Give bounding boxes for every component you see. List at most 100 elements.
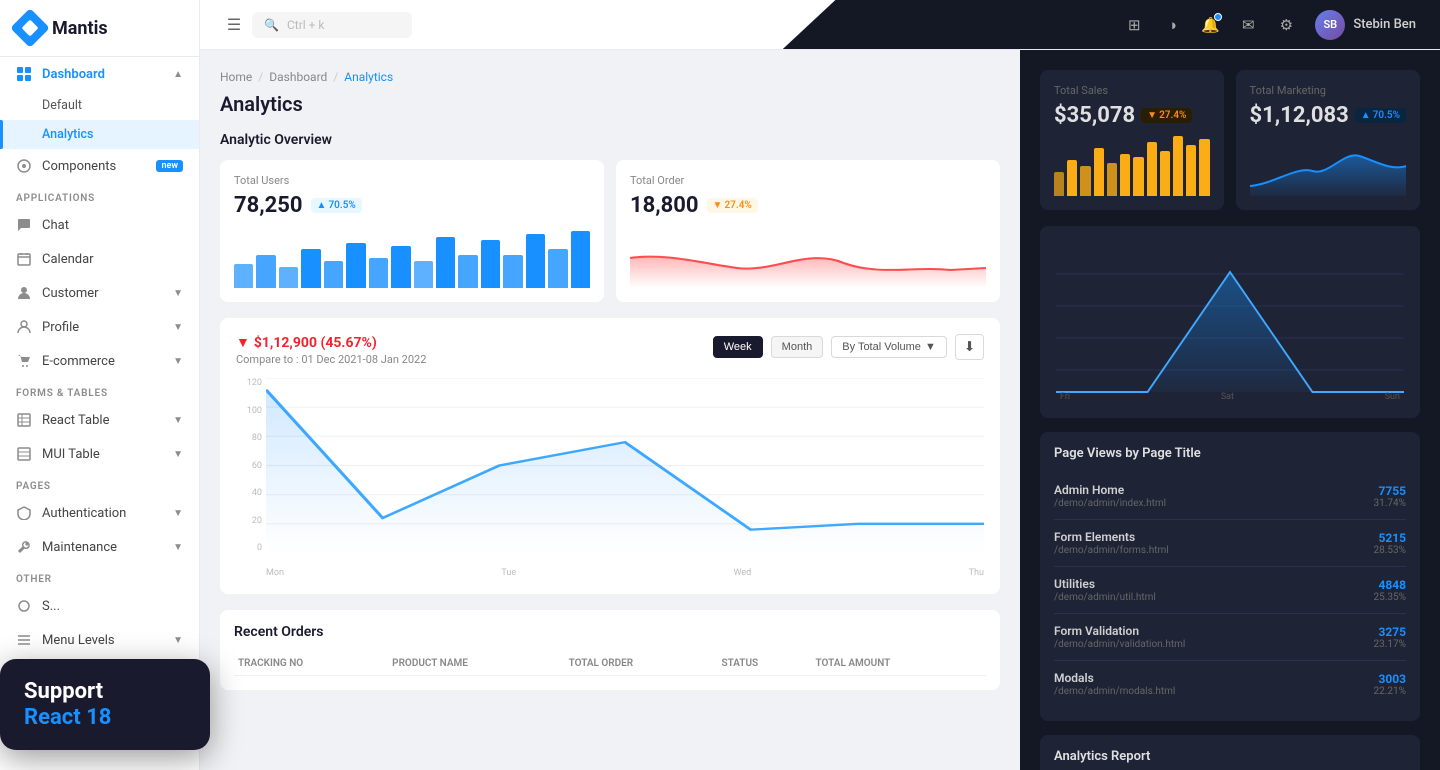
stat-users-value: 78,250 [234,193,303,218]
sales-value: $35,078 [1054,103,1135,128]
avatar: SB [1315,10,1345,40]
breadcrumb-dashboard[interactable]: Dashboard [269,70,327,84]
sidebar-dashboard-label: Dashboard [42,67,105,82]
logo-icon [10,8,50,48]
auth-chevron: ▼ [173,508,183,519]
sidebar-item-dashboard[interactable]: Dashboard ▲ [0,57,199,91]
month-button[interactable]: Month [771,336,824,358]
analytics-report-title: Analytics Report [1054,749,1406,764]
mui-table-chevron: ▼ [173,449,183,460]
search-bar[interactable]: 🔍 Ctrl + k [252,12,412,38]
grid-view-button[interactable]: ⊞ [1117,8,1151,42]
other-section-label: Other [0,564,199,589]
apps-section-label: Applications [0,183,199,208]
sidebar-sub-default[interactable]: Default [0,91,199,120]
sidebar-item-react-table[interactable]: React Table ▼ [0,403,199,437]
dark-stat-sales: Total Sales $35,078 ▼ 27.4% [1040,70,1224,210]
menu-toggle-button[interactable]: ☰ [216,7,252,43]
pv-url-2: /demo/admin/util.html [1054,592,1374,603]
orders-table: TRACKING NO PRODUCT NAME TOTAL ORDER STA… [234,652,986,676]
page-view-item-3: Form Validation /demo/admin/validation.h… [1054,614,1406,661]
user-menu[interactable]: SB Stebin Ben [1307,6,1424,44]
calendar-icon [16,251,32,267]
volume-select[interactable]: By Total Volume ▼ [831,336,947,358]
pv-count-3: 3275 [1374,625,1406,639]
sidebar-item-sample[interactable]: S... [0,589,199,623]
settings-button[interactable]: ⚙ [1269,8,1303,42]
maintenance-chevron: ▼ [173,542,183,553]
breadcrumb-home[interactable]: Home [220,70,252,84]
theme-toggle-button[interactable]: ◑ [1155,8,1189,42]
dark-header-icons: ⊞ ◑ 🔔 ✉ ⚙ SB S [1117,6,1424,44]
left-content: Home / Dashboard / Analytics Analytics A… [200,50,1020,770]
forms-section-label: Forms & Tables [0,378,199,403]
react-table-icon [16,412,32,428]
sidebar-item-calendar[interactable]: Calendar [0,242,199,276]
chat-icon [16,217,32,233]
notifications-button[interactable]: 🔔 [1193,8,1227,42]
analytic-overview-title: Analytic Overview [220,132,1000,148]
week-button[interactable]: Week [713,336,763,358]
page-view-item-2: Utilities /demo/admin/util.html 4848 25.… [1054,567,1406,614]
sidebar: Mantis Dashboard ▲ Default Analytics Com… [0,0,200,770]
profile-icon [16,319,32,335]
stat-users-badge: ▲ 70.5% [311,198,362,213]
pv-pct-3: 23.17% [1374,639,1406,650]
col-total-order: TOTAL ORDER [565,652,718,676]
dark-stats-grid: Total Sales $35,078 ▼ 27.4% [1040,70,1420,210]
pv-count-0: 7755 [1374,484,1406,498]
support-subtitle: React 18 [24,705,186,730]
pv-title-4: Modals [1054,671,1374,685]
sidebar-item-profile[interactable]: Profile ▼ [0,310,199,344]
sidebar-item-ecommerce[interactable]: E-commerce ▼ [0,344,199,378]
sample-icon [16,598,32,614]
col-product: PRODUCT NAME [388,652,564,676]
stat-orders-value-row: 18,800 ▼ 27.4% [630,193,986,218]
settings-icon: ⚙ [1280,16,1293,34]
sidebar-item-customer[interactable]: Customer ▼ [0,276,199,310]
analytics-report-card: Analytics Report [1040,735,1420,770]
stat-users-label: Total Users [234,174,590,187]
right-content: Total Sales $35,078 ▼ 27.4% [1020,50,1440,770]
notification-badge [1214,13,1222,21]
pv-count-2: 4848 [1374,578,1406,592]
maintenance-icon [16,539,32,555]
breadcrumb-current: Analytics [344,70,393,84]
sidebar-item-chat[interactable]: Chat [0,208,199,242]
marketing-badge: ▲ 70.5% [1355,108,1406,123]
stat-users-value-row: 78,250 ▲ 70.5% [234,193,590,218]
sidebar-logo[interactable]: Mantis [0,0,199,57]
dark-income-chart [1056,242,1404,402]
col-status: STATUS [717,652,811,676]
dark-stat-marketing: Total Marketing $1,12,083 ▲ 70.5% [1236,70,1420,210]
marketing-area-chart [1250,136,1406,196]
stat-orders-label: Total Order [630,174,986,187]
sidebar-item-maintenance[interactable]: Maintenance ▼ [0,530,199,564]
stat-card-orders: Total Order 18,800 ▼ 27.4% [616,160,1000,302]
download-button[interactable]: ⬇ [955,334,984,360]
header: ☰ 🔍 Ctrl + k ⊞ ◑ 🔔 ✉ [200,0,1440,50]
app-name: Mantis [52,18,108,39]
income-overview-card: ▼ $1,12,900 (45.67%) Compare to : 01 Dec… [220,318,1000,594]
page-view-item-0: Admin Home /demo/admin/index.html 7755 3… [1054,473,1406,520]
sales-badge: ▼ 27.4% [1141,108,1192,123]
chart-plot-area [266,378,984,553]
messages-button[interactable]: ✉ [1231,8,1265,42]
income-header: ▼ $1,12,900 (45.67%) Compare to : 01 Dec… [236,334,984,366]
download-icon: ⬇ [964,339,975,354]
main-wrapper: ☰ 🔍 Ctrl + k ⊞ ◑ 🔔 ✉ [200,0,1440,770]
sidebar-item-authentication[interactable]: Authentication ▼ [0,496,199,530]
pv-pct-0: 31.74% [1374,498,1406,509]
sidebar-item-menu-levels[interactable]: Menu Levels ▼ [0,623,199,657]
page-views-card: Page Views by Page Title Admin Home /dem… [1040,432,1420,721]
orders-table-header: TRACKING NO PRODUCT NAME TOTAL ORDER STA… [234,652,986,676]
sidebar-item-mui-table[interactable]: MUI Table ▼ [0,437,199,471]
sidebar-item-components[interactable]: Components new [0,149,199,183]
page-view-item-1: Form Elements /demo/admin/forms.html 521… [1054,520,1406,567]
sidebar-sub-analytics[interactable]: Analytics [0,120,199,149]
pv-pct-2: 25.35% [1374,592,1406,603]
recent-orders-title: Recent Orders [234,624,986,640]
breadcrumb: Home / Dashboard / Analytics [220,70,1000,84]
pages-section-label: Pages [0,471,199,496]
profile-chevron: ▼ [173,322,183,333]
